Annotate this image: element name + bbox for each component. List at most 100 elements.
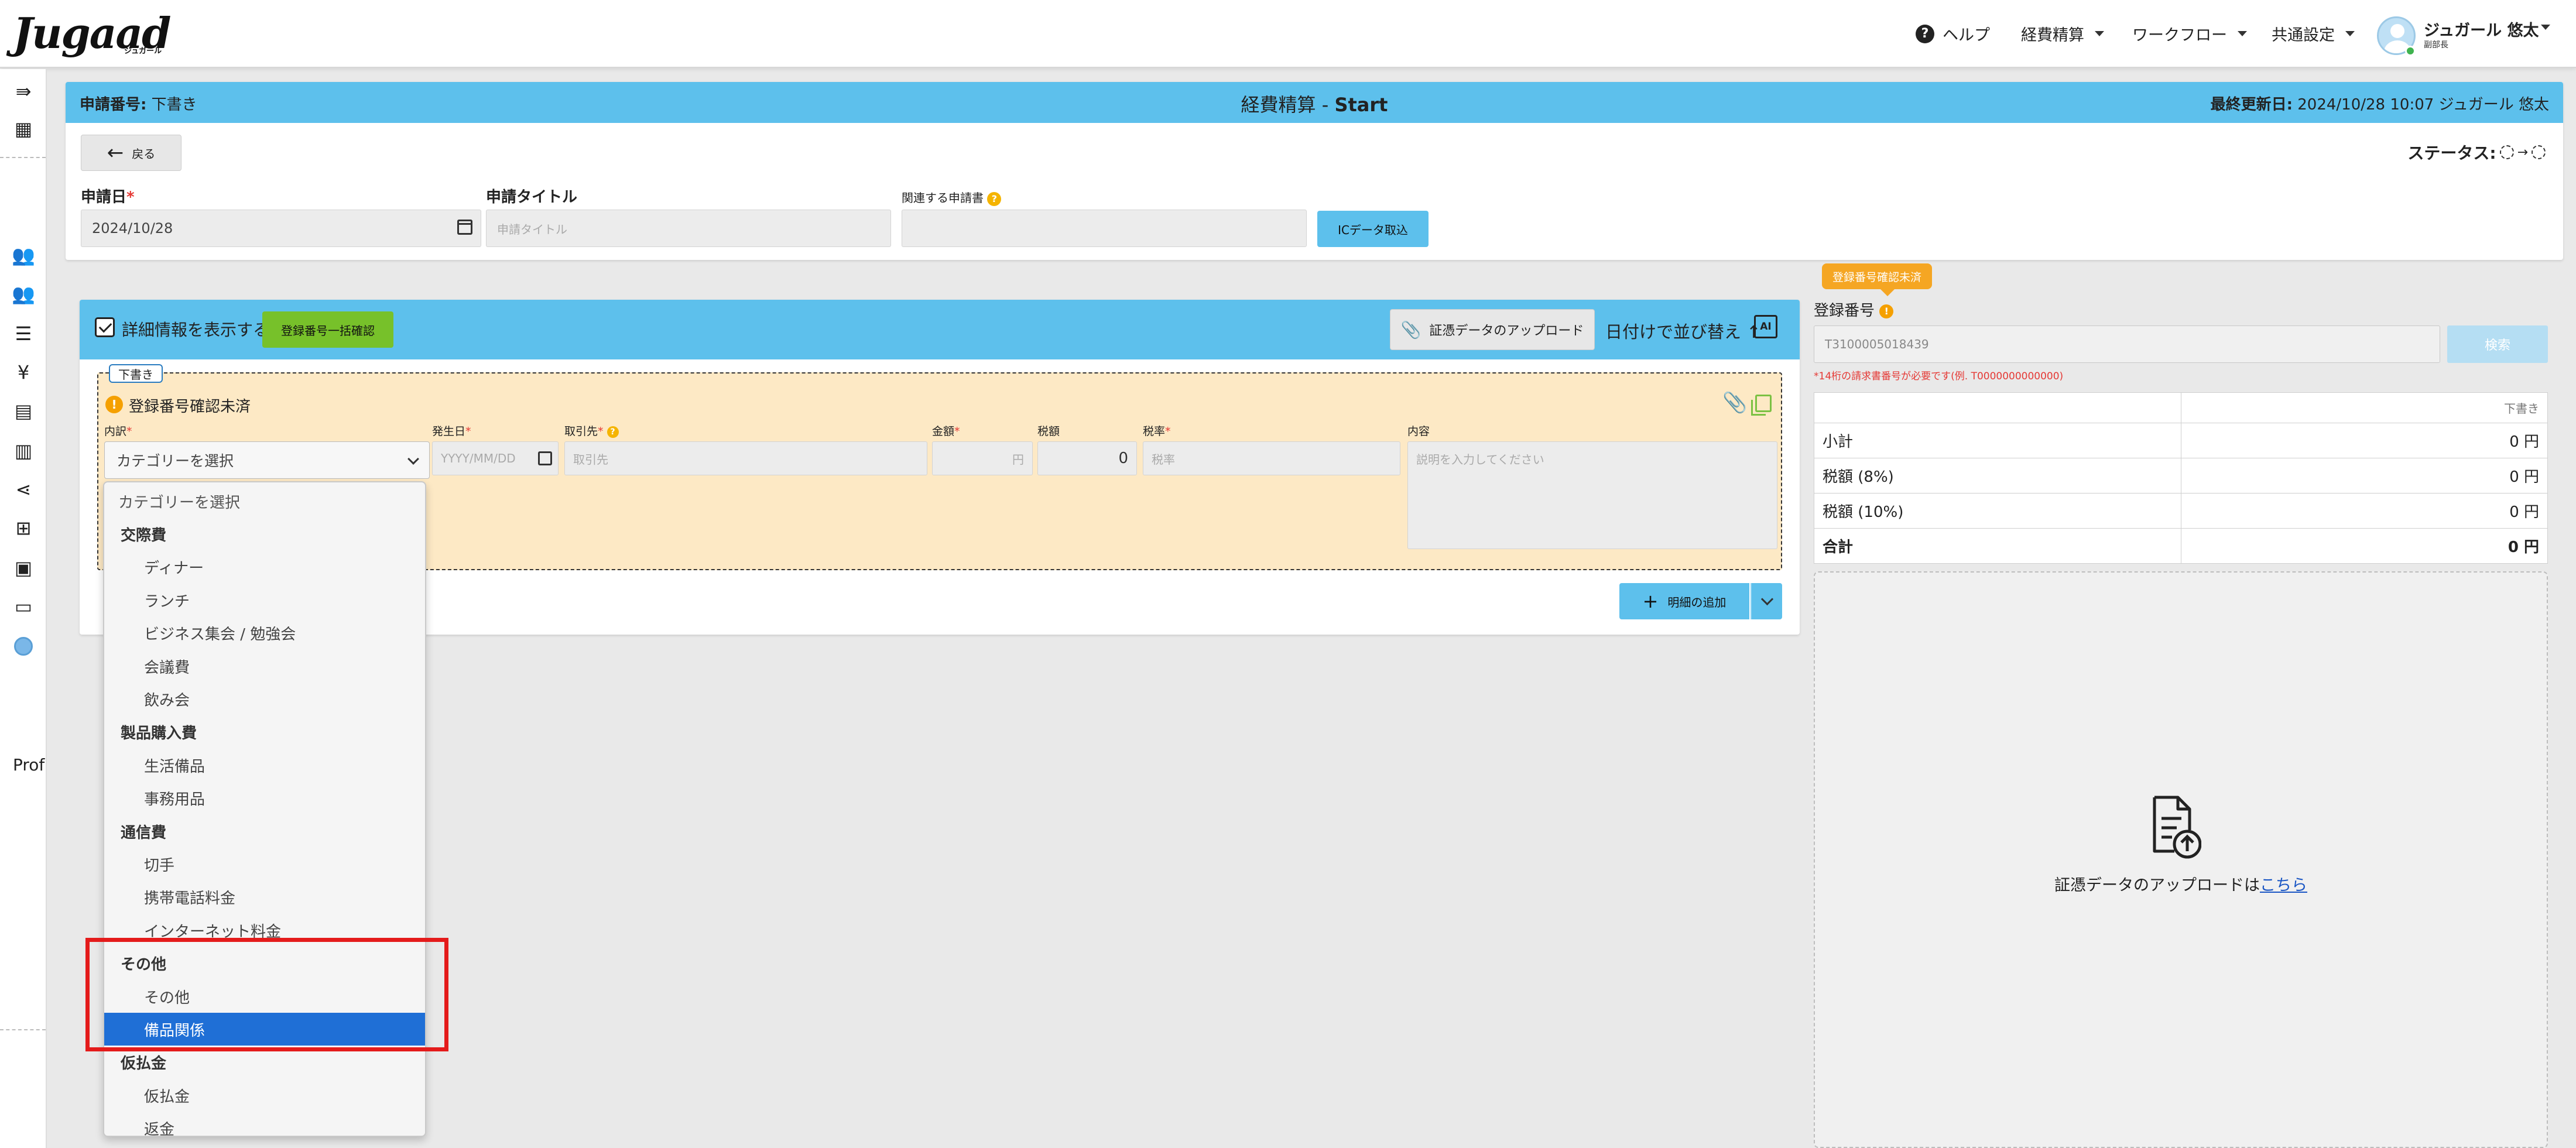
dropdown-option[interactable]: 事務用品 xyxy=(104,782,425,815)
dropdown-option[interactable]: ディナー xyxy=(104,551,425,584)
question-circle-icon[interactable]: ? xyxy=(607,426,619,438)
totals-row-value: 0 円 xyxy=(2181,493,2548,529)
dropdown-option[interactable]: 仮払金 xyxy=(104,1079,425,1112)
totals-row-label: 小計 xyxy=(1814,423,2181,458)
paperclip-icon[interactable]: 📎 xyxy=(1722,391,1747,414)
totals-row-value: 0 円 xyxy=(2181,458,2548,494)
show-detail-checkbox[interactable] xyxy=(95,317,115,337)
registration-hint: *14桁の請求書番号が必要です(例. T0000000000000) xyxy=(1814,371,2064,382)
sidebar-prof-label[interactable]: Prof xyxy=(13,755,44,775)
evidence-upload-label: 証憑データのアップロード xyxy=(1429,324,1584,338)
document-icon[interactable]: ▤ xyxy=(13,400,34,422)
dropdown-option[interactable]: 飲み会 xyxy=(104,683,425,715)
evidence-upload-button[interactable]: 📎 証憑データのアップロード xyxy=(1390,309,1595,350)
dropdown-option[interactable]: 生活備品 xyxy=(104,749,425,782)
calendar-icon[interactable] xyxy=(538,451,552,465)
search-button[interactable]: 検索 xyxy=(2447,325,2548,363)
sidebar-divider xyxy=(0,157,46,158)
category-select[interactable]: カテゴリーを選択 xyxy=(104,441,430,479)
registration-number-label: 登録番号 ! xyxy=(1814,299,1894,320)
ai-icon[interactable]: AI xyxy=(1754,315,1777,338)
dropdown-group-header: 製品購入費 xyxy=(121,725,197,743)
expand-sidebar-icon[interactable]: ⇛ xyxy=(13,80,34,102)
caret-down-icon xyxy=(2238,31,2247,36)
required-mark: * xyxy=(1165,425,1171,438)
dropdown-option[interactable]: 会議費 xyxy=(104,650,425,683)
dropdown-option[interactable]: ビジネス集会 / 勉強会 xyxy=(104,617,425,650)
application-date-label-text: 申請日 xyxy=(81,189,127,206)
warning-icon: ! xyxy=(1879,304,1894,318)
application-title-label: 申請タイトル xyxy=(486,189,578,206)
related-application-input[interactable] xyxy=(902,210,1307,247)
col-content-label: 内容 xyxy=(1407,425,1430,438)
question-circle-icon[interactable]: ? xyxy=(987,191,1002,206)
paperclip-icon: 📎 xyxy=(1400,320,1421,340)
required-mark: * xyxy=(598,425,604,438)
dropdown-group-header: 通信費 xyxy=(121,824,167,842)
amount-input[interactable]: 円 xyxy=(932,441,1033,475)
add-item-button[interactable]: + 明細の追加 xyxy=(1619,583,1749,619)
user-menu-caret-icon[interactable] xyxy=(2541,25,2550,30)
col-amount-label: 金額* xyxy=(932,423,960,438)
book-icon[interactable]: ▭ xyxy=(13,595,34,618)
application-title-placeholder: 申請タイトル xyxy=(497,222,567,237)
date-input[interactable]: YYYY/MM/DD xyxy=(432,441,559,475)
dropdown-option[interactable]: 返金 xyxy=(104,1112,425,1136)
status-indicator: ステータス: → xyxy=(2407,140,2546,164)
dropdown-option[interactable]: ランチ xyxy=(104,584,425,616)
dropdown-option[interactable]: 切手 xyxy=(104,848,425,880)
user-name[interactable]: ジュガール 悠太 xyxy=(2424,18,2539,40)
left-sidebar: ⇛ ▦ 👥 👥 ☰ ¥ ▤ ▥ ⋖ ⊞ ▣ ▭ Prof xyxy=(0,69,47,1148)
amount-unit: 円 xyxy=(1012,452,1024,467)
share-icon[interactable]: ⋖ xyxy=(13,478,34,501)
receipt-icon[interactable]: ▥ xyxy=(13,440,34,462)
building-icon[interactable]: ▦ xyxy=(13,118,34,140)
copy-doc-icon[interactable]: ▣ xyxy=(13,557,34,579)
registration-number-input[interactable]: T3100005018439 xyxy=(1814,325,2440,363)
bulk-registration-check-button[interactable]: 登録番号一括確認 xyxy=(262,311,393,348)
dropzone-upload-link[interactable]: こちら xyxy=(2260,876,2307,895)
content-placeholder: 説明を入力してください xyxy=(1416,453,1544,467)
add-item-label: 明細の追加 xyxy=(1667,595,1727,609)
workflow-menu[interactable]: ワークフロー xyxy=(2132,22,2247,45)
required-mark: * xyxy=(126,425,132,438)
content-textarea[interactable]: 説明を入力してください xyxy=(1407,441,1777,549)
calendar-icon[interactable] xyxy=(457,220,472,235)
vendor-placeholder: 取引先 xyxy=(573,452,608,467)
detail-toolbar: 詳細情報を表示する 登録番号一括確認 📎 証憑データのアップロード 日付けで並び… xyxy=(80,300,1800,359)
user-department: 副部長 xyxy=(2424,40,2448,50)
sort-by-date-button[interactable]: 日付けで並び替え ↑ xyxy=(1605,318,1761,343)
globe-icon[interactable] xyxy=(13,636,34,657)
add-item-dropdown-toggle[interactable] xyxy=(1751,583,1782,619)
table-icon[interactable]: ⊞ xyxy=(13,517,34,539)
users-icon[interactable]: 👥 xyxy=(12,244,35,266)
related-application-label: 関連する申請書 ? xyxy=(902,189,1002,206)
tax-input[interactable]: 0 xyxy=(1037,441,1137,475)
totals-row: 小計 0 円 xyxy=(1814,423,2548,458)
expense-menu[interactable]: 経費精算 xyxy=(2021,22,2104,45)
yen-icon[interactable]: ¥ xyxy=(13,361,34,383)
application-title-input[interactable]: 申請タイトル xyxy=(486,210,891,247)
settings-menu[interactable]: 共通設定 xyxy=(2272,22,2355,45)
evidence-dropzone[interactable]: 証憑データのアップロードはこちら xyxy=(1814,571,2548,1148)
application-date-value: 2024/10/28 xyxy=(92,220,173,237)
dropdown-option[interactable]: カテゴリーを選択 xyxy=(104,485,425,518)
list-icon[interactable]: ☰ xyxy=(13,323,34,345)
back-button[interactable]: ← 戻る xyxy=(81,135,181,171)
application-date-input[interactable]: 2024/10/28 xyxy=(81,210,481,247)
help-menu[interactable]: ? ヘルプ xyxy=(1916,22,1990,45)
draft-badge: 下書き xyxy=(109,364,163,383)
copy-icon[interactable] xyxy=(1751,395,1772,416)
col-amount-text: 金額 xyxy=(932,425,955,438)
app-logo-subtitle: ジュガール xyxy=(124,47,162,56)
tax-rate-select[interactable]: 税率 xyxy=(1143,441,1400,475)
required-mark: * xyxy=(954,425,960,438)
totals-row-value: 0 円 xyxy=(2181,528,2548,564)
ic-data-import-button[interactable]: ICデータ取込 xyxy=(1317,211,1429,247)
dropdown-option[interactable]: 携帯電話料金 xyxy=(104,881,425,914)
user-group-icon[interactable]: 👥 xyxy=(12,283,35,305)
vendor-input[interactable]: 取引先 xyxy=(564,441,927,475)
show-detail-label[interactable]: 詳細情報を表示する xyxy=(122,317,269,341)
totals-row: 税額 (8%) 0 円 xyxy=(1814,458,2548,494)
caret-down-icon xyxy=(2345,31,2355,36)
